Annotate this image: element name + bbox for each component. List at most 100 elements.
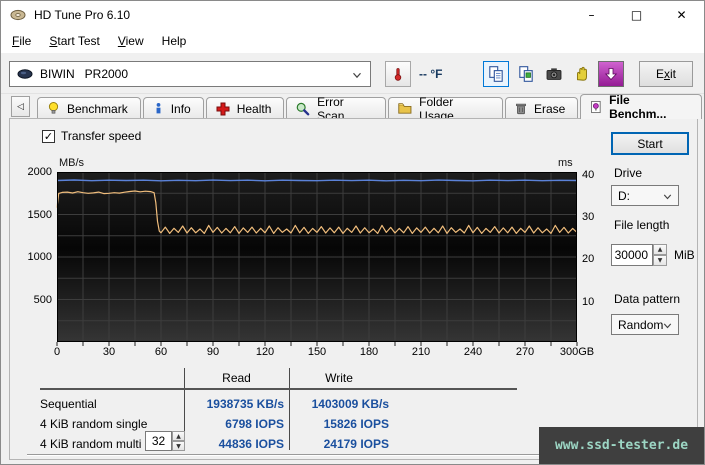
- queue-depth-input[interactable]: 32: [145, 431, 172, 451]
- random-single-write-value: 15826 IOPS: [323, 417, 389, 431]
- data-pattern-value: Random: [618, 317, 664, 332]
- data-pattern-label: Data pattern: [614, 292, 681, 306]
- drive-dropdown[interactable]: D:: [611, 185, 679, 206]
- chevron-down-icon: [663, 323, 672, 329]
- copy-text-button[interactable]: [483, 61, 509, 87]
- maximize-button[interactable]: □: [614, 1, 659, 29]
- menu-help[interactable]: Help: [153, 31, 196, 51]
- x-tick: 120: [255, 346, 275, 358]
- write-column-header: Write: [325, 371, 353, 385]
- y-left-tick: 1000: [27, 251, 52, 263]
- queue-depth-spinner: 32 ▲ ▼: [145, 431, 185, 451]
- x-tick: 270: [515, 346, 535, 358]
- tab-folder-usage[interactable]: Folder Usage: [388, 95, 503, 123]
- queue-depth-down-button[interactable]: ▼: [172, 441, 185, 451]
- copy-image-icon: [519, 66, 533, 82]
- data-pattern-dropdown[interactable]: Random: [611, 314, 679, 335]
- tab-benchmark[interactable]: Benchmark: [37, 97, 141, 119]
- bottom-divider: [27, 454, 567, 456]
- file-benchmark-panel: ✓ Transfer speed Start MB/s ms 2000 1500…: [9, 118, 698, 460]
- window-title: HD Tune Pro 6.10: [34, 8, 131, 22]
- x-tick: 0: [53, 346, 61, 358]
- file-length-unit: MiB: [674, 248, 695, 262]
- menu-bar: File Start Test View Help: [1, 29, 704, 53]
- row-label-random-single: 4 KiB random single: [40, 417, 148, 431]
- queue-depth-up-button[interactable]: ▲: [172, 431, 185, 441]
- y-right-axis-title: ms: [558, 157, 573, 169]
- download-button[interactable]: [598, 61, 624, 87]
- drive-dropdown-value: D:: [618, 188, 630, 203]
- screenshot-button[interactable]: [541, 61, 567, 87]
- y-right-tick: 10: [582, 296, 595, 308]
- file-length-down-button[interactable]: ▼: [653, 255, 667, 266]
- menu-file[interactable]: File: [3, 31, 40, 51]
- read-speed-line: [56, 179, 578, 182]
- x-tick: 90: [206, 346, 220, 358]
- y-left-tick: 2000: [27, 166, 52, 178]
- app-disk-icon: [10, 9, 26, 21]
- y-right-tick: 20: [582, 253, 595, 265]
- random-single-read-value: 6798 IOPS: [225, 417, 284, 431]
- x-tick: 240: [463, 346, 483, 358]
- benchmark-chart: [56, 172, 578, 346]
- y-left-tick: 500: [33, 294, 52, 306]
- grid-lines: [57, 172, 577, 342]
- y-left-tick: 1500: [27, 209, 52, 221]
- donate-button[interactable]: [569, 61, 595, 87]
- tab-scroll-left-button[interactable]: ◁: [11, 96, 30, 117]
- health-cross-icon: [216, 102, 230, 115]
- x-tick: 60: [154, 346, 168, 358]
- start-button[interactable]: Start: [611, 132, 689, 155]
- copy-image-button[interactable]: [513, 61, 539, 87]
- thermometer-icon: [394, 68, 402, 81]
- close-button[interactable]: ✕: [659, 1, 704, 29]
- menu-view[interactable]: View: [109, 31, 153, 51]
- file-benchmark-icon: [591, 100, 601, 114]
- read-column-header: Read: [222, 371, 251, 385]
- camera-icon: [546, 68, 562, 80]
- tab-file-benchmark[interactable]: File Benchm...: [580, 93, 702, 121]
- x-tick: 150: [307, 346, 327, 358]
- toolbar: BIWIN PR2000 -- °F Exit: [1, 53, 704, 94]
- chevron-down-icon: [663, 194, 672, 200]
- tab-error-scan[interactable]: Error Scan: [286, 95, 387, 123]
- drive-selector-dropdown[interactable]: BIWIN PR2000: [9, 61, 371, 87]
- transfer-speed-checkbox[interactable]: ✓: [42, 129, 55, 143]
- hand-icon: [576, 66, 588, 81]
- x-tick: 180: [359, 346, 379, 358]
- watermark: www.ssd-tester.de: [539, 427, 704, 464]
- file-length-up-button[interactable]: ▲: [653, 244, 667, 255]
- exit-button[interactable]: Exit: [639, 61, 693, 87]
- app-window: HD Tune Pro 6.10 – □ ✕ File Start Test V…: [0, 0, 705, 465]
- file-length-input[interactable]: 30000: [611, 244, 653, 266]
- sequential-read-value: 1938735 KB/s: [206, 397, 284, 411]
- y-right-tick: 40: [582, 169, 595, 181]
- y-left-axis-title: MB/s: [59, 157, 85, 169]
- title-bar: HD Tune Pro 6.10 – □ ✕: [1, 1, 704, 29]
- x-tick: 210: [411, 346, 431, 358]
- y-right-tick: 30: [582, 211, 595, 223]
- download-arrow-icon: [604, 68, 618, 81]
- row-label-sequential: Sequential: [40, 397, 97, 411]
- x-tick: 30: [102, 346, 116, 358]
- copy-icon: [489, 66, 503, 82]
- menu-start-test[interactable]: Start Test: [40, 31, 108, 51]
- file-length-label: File length: [614, 218, 670, 232]
- random-multi-read-value: 44836 IOPS: [218, 437, 284, 451]
- minimize-button[interactable]: –: [569, 1, 614, 29]
- x-tick: 300GB: [559, 346, 595, 358]
- file-length-spinner: 30000 ▲ ▼: [611, 244, 667, 266]
- table-header-rule: [40, 388, 517, 390]
- temperature-value: -- °F: [419, 67, 443, 81]
- tab-info[interactable]: Info: [142, 97, 204, 119]
- magnifier-icon: [297, 102, 310, 115]
- info-icon: [156, 103, 161, 114]
- temperature-button[interactable]: [385, 61, 411, 87]
- trash-icon: [516, 103, 526, 115]
- random-multi-write-value: 24179 IOPS: [323, 437, 389, 451]
- drive-label: Drive: [614, 166, 643, 180]
- tab-health[interactable]: Health: [205, 97, 285, 119]
- benchmark-plot-svg: [56, 172, 578, 346]
- bulb-icon: [48, 102, 59, 114]
- tab-erase[interactable]: Erase: [504, 97, 579, 119]
